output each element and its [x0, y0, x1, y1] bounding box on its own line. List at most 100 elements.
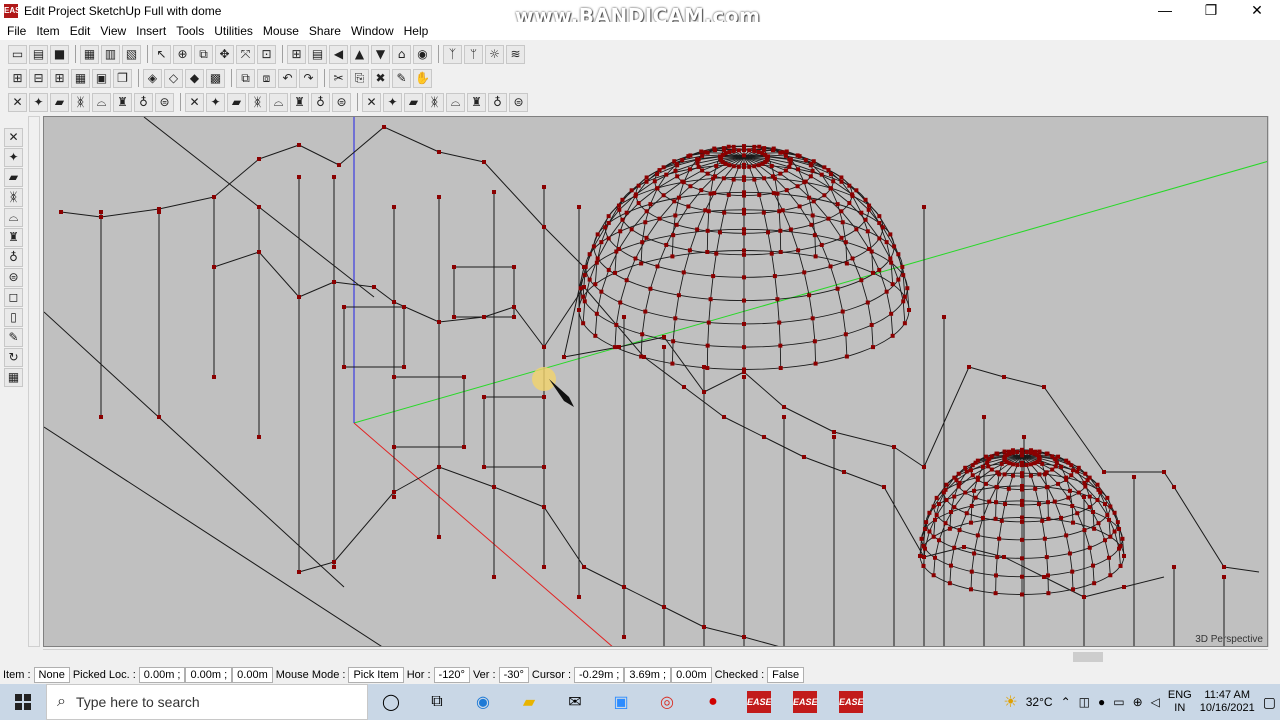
- shaded-icon[interactable]: ◆: [185, 68, 204, 88]
- insert-speaker-icon[interactable]: ᛤ: [71, 92, 90, 112]
- menu-help[interactable]: Help: [399, 24, 434, 38]
- volume-icon[interactable]: ◁: [1151, 695, 1160, 709]
- copy-icon[interactable]: ⧉: [194, 44, 213, 64]
- 3d-viewport[interactable]: 3D Perspective: [43, 116, 1268, 647]
- home-icon[interactable]: ⌂: [392, 44, 411, 64]
- left-face-icon[interactable]: ▰: [4, 168, 23, 187]
- left-light-icon[interactable]: ♁: [4, 248, 23, 267]
- chrome-icon[interactable]: ◎: [644, 684, 690, 720]
- render-mode-icon[interactable]: ◈: [143, 68, 162, 88]
- select-edge-icon[interactable]: ✦: [206, 92, 225, 112]
- hide-face-icon[interactable]: ▰: [404, 92, 423, 112]
- left-vertex-icon[interactable]: ✦: [4, 148, 23, 167]
- save-icon[interactable]: ■: [50, 44, 69, 64]
- left-box-icon[interactable]: ◻: [4, 288, 23, 307]
- menu-edit[interactable]: Edit: [65, 24, 96, 38]
- microphone-icon[interactable]: ●: [1098, 695, 1105, 709]
- left-grid-icon[interactable]: ▦: [4, 368, 23, 387]
- paste-icon[interactable]: ⎘: [350, 68, 369, 88]
- view-box-icon[interactable]: ▣: [92, 68, 111, 88]
- pan-icon[interactable]: ✋: [413, 68, 432, 88]
- language-indicator[interactable]: ENG IN: [1168, 689, 1192, 715]
- zoom-icon[interactable]: ▣: [598, 684, 644, 720]
- print-preview-icon[interactable]: ▦: [80, 44, 99, 64]
- textured-icon[interactable]: ▩: [206, 68, 225, 88]
- start-button[interactable]: [0, 684, 46, 720]
- select-face-icon[interactable]: ▰: [227, 92, 246, 112]
- close-button[interactable]: ✕: [1234, 0, 1280, 22]
- ease-taskbar-app-3[interactable]: EASE: [828, 684, 874, 720]
- menu-tools[interactable]: Tools: [171, 24, 209, 38]
- left-delete-icon[interactable]: ✕: [4, 128, 23, 147]
- menu-file[interactable]: File: [2, 24, 31, 38]
- duplicate-icon[interactable]: ⧉: [236, 68, 255, 88]
- hide-vertex-icon[interactable]: ✕: [362, 92, 381, 112]
- left-speaker-icon[interactable]: ᛤ: [4, 188, 23, 207]
- minimize-button[interactable]: —: [1142, 0, 1188, 22]
- weather-icon[interactable]: ☀: [1003, 692, 1017, 712]
- weather-temp[interactable]: 32°C: [1026, 695, 1053, 709]
- menu-share[interactable]: Share: [304, 24, 346, 38]
- ease-taskbar-app-2[interactable]: EASE: [782, 684, 828, 720]
- select-vertex-icon[interactable]: ✕: [185, 92, 204, 112]
- chevron-up-icon[interactable]: ⌃: [1061, 695, 1071, 709]
- menu-item[interactable]: Item: [31, 24, 64, 38]
- speaker-group-icon[interactable]: ᛘ: [464, 44, 483, 64]
- menu-utilities[interactable]: Utilities: [209, 24, 258, 38]
- arrow-left-icon[interactable]: ◀: [329, 44, 348, 64]
- mirror-icon[interactable]: ⧈: [257, 68, 276, 88]
- render-icon[interactable]: ◉: [413, 44, 432, 64]
- hide-seat-icon[interactable]: ♜: [467, 92, 486, 112]
- cut-icon[interactable]: ✂: [329, 68, 348, 88]
- redo-icon[interactable]: ↷: [299, 68, 318, 88]
- left-area-icon[interactable]: ⌓: [4, 208, 23, 227]
- hide-speaker-icon[interactable]: ᛤ: [425, 92, 444, 112]
- delete-item-icon[interactable]: ✕: [8, 92, 27, 112]
- left-scrollbar[interactable]: [28, 116, 40, 647]
- clock[interactable]: 11:47 AM 10/16/2021: [1200, 689, 1255, 715]
- insert-face-icon[interactable]: ▰: [50, 92, 69, 112]
- print-icon[interactable]: ▤: [29, 44, 48, 64]
- network-icon[interactable]: ◫: [1079, 695, 1090, 709]
- move-icon[interactable]: ✥: [215, 44, 234, 64]
- arrow-down-icon[interactable]: ▼: [371, 44, 390, 64]
- grid-icon[interactable]: ⊞: [287, 44, 306, 64]
- select-area-icon[interactable]: ⌓: [269, 92, 288, 112]
- horizontal-scroll-thumb[interactable]: [1073, 652, 1103, 662]
- battery-icon[interactable]: ▭: [1113, 695, 1124, 709]
- maximize-button[interactable]: ❐: [1188, 0, 1234, 22]
- view-quad-icon[interactable]: ⊞: [50, 68, 69, 88]
- arrow-up-icon[interactable]: ▲: [350, 44, 369, 64]
- edge-icon[interactable]: ◉: [460, 684, 506, 720]
- globe-icon[interactable]: ⊕: [1133, 695, 1143, 709]
- hide-listener-icon[interactable]: ⊜: [509, 92, 528, 112]
- open-icon[interactable]: ▭: [8, 44, 27, 64]
- left-seat-icon[interactable]: ♜: [4, 228, 23, 247]
- wireframe-icon[interactable]: ◇: [164, 68, 183, 88]
- view-tile-icon[interactable]: ▦: [71, 68, 90, 88]
- select-listener-icon[interactable]: ⊜: [332, 92, 351, 112]
- view-split-icon[interactable]: ⊟: [29, 68, 48, 88]
- zoom-extents-icon[interactable]: ⤧: [236, 44, 255, 64]
- left-listener-icon[interactable]: ⊜: [4, 268, 23, 287]
- light-icon[interactable]: ☼: [485, 44, 504, 64]
- hide-light-icon[interactable]: ♁: [488, 92, 507, 112]
- zoom-window-icon[interactable]: ⊡: [257, 44, 276, 64]
- insert-seat-icon[interactable]: ♜: [113, 92, 132, 112]
- delete-icon[interactable]: ✖: [371, 68, 390, 88]
- layers-icon[interactable]: ▤: [308, 44, 327, 64]
- insert-light-icon[interactable]: ♁: [134, 92, 153, 112]
- notification-icon[interactable]: ▢: [1263, 694, 1276, 711]
- paint-icon[interactable]: ✎: [392, 68, 411, 88]
- menu-mouse[interactable]: Mouse: [258, 24, 304, 38]
- menu-window[interactable]: Window: [346, 24, 399, 38]
- cortana-icon[interactable]: ◯: [368, 684, 414, 720]
- ease-taskbar-app-1[interactable]: EASE: [736, 684, 782, 720]
- export-icon[interactable]: ▥: [101, 44, 120, 64]
- hide-area-icon[interactable]: ⌓: [446, 92, 465, 112]
- view-cascade-icon[interactable]: ❐: [113, 68, 132, 88]
- task-view-icon[interactable]: ⧉: [414, 684, 460, 720]
- left-rotate-icon[interactable]: ↻: [4, 348, 23, 367]
- hide-edge-icon[interactable]: ✦: [383, 92, 402, 112]
- left-page-icon[interactable]: ▯: [4, 308, 23, 327]
